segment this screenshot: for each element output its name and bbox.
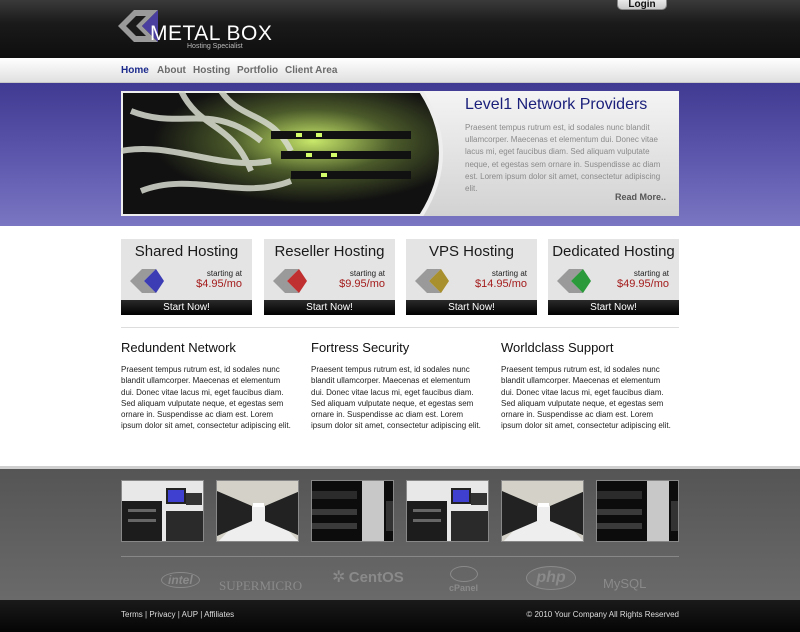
plan-card-shared: Shared Hosting starting at $4.95/mo Star… (121, 239, 252, 315)
gallery-thumb[interactable] (501, 480, 584, 542)
hero-banner: Level1 Network Providers Praesent tempus… (121, 91, 679, 216)
main-nav: Home About Hosting Portfolio Client Area (0, 58, 800, 83)
header: METAL BOX Hosting Specialist Login (0, 0, 800, 58)
gallery-thumb[interactable] (216, 480, 299, 542)
plan-box-icon (557, 269, 591, 293)
gallery-thumb[interactable] (311, 480, 394, 542)
hero-network-photo (121, 91, 443, 216)
plan-title: VPS Hosting (428, 243, 515, 260)
feature-title: Worldclass Support (501, 340, 614, 355)
centos-gear-icon: ✲ (332, 569, 346, 586)
gallery-thumb[interactable] (121, 480, 204, 542)
plan-starting-label: starting at (206, 269, 242, 278)
server-room-photo (217, 481, 298, 541)
gallery-divider (121, 556, 679, 557)
gallery-thumb[interactable] (596, 480, 679, 542)
nav-item-hosting[interactable]: Hosting (193, 65, 230, 76)
cpanel-text: cPanel (449, 583, 479, 593)
start-now-button[interactable]: Start Now! (548, 300, 679, 315)
feature-worldclass-support: Worldclass Support Praesent tempus rutru… (501, 340, 671, 432)
start-now-button[interactable]: Start Now! (264, 300, 395, 315)
plan-card-reseller: Reseller Hosting starting at $9.95/mo St… (264, 239, 395, 315)
server-room-photo (407, 481, 488, 541)
server-room-photo (122, 481, 203, 541)
php-logo: php (526, 566, 576, 590)
plan-title: Shared Hosting (134, 243, 239, 260)
plan-starting-label: starting at (349, 269, 385, 278)
server-room-photo (312, 481, 393, 541)
plan-price: $4.95/mo (196, 278, 242, 290)
feature-text: Praesent tempus rutrum est, id sodales n… (501, 365, 671, 431)
feature-text: Praesent tempus rutrum est, id sodales n… (311, 365, 481, 431)
centos-logo: ✲ CentOS (332, 567, 404, 587)
footer-links: Terms | Privacy | AUP | Affiliates (121, 610, 234, 619)
start-now-button[interactable]: Start Now! (121, 300, 252, 315)
centos-text: CentOS (348, 569, 404, 586)
plan-card-dedicated: Dedicated Hosting starting at $49.95/mo … (548, 239, 679, 315)
gallery-thumb[interactable] (406, 480, 489, 542)
login-button[interactable]: Login (617, 0, 667, 10)
hero-text: Praesent tempus rutrum est, id sodales n… (465, 123, 661, 194)
nav-item-about[interactable]: About (157, 65, 186, 76)
feature-redundent-network: Redundent Network Praesent tempus rutrum… (121, 340, 291, 432)
nav-item-client-area[interactable]: Client Area (285, 65, 337, 76)
cpanel-globe-icon (449, 566, 478, 582)
plan-box-icon (273, 269, 307, 293)
mysql-logo: MySQL (603, 576, 647, 591)
footer-link-terms[interactable]: Terms (121, 610, 143, 619)
footer-link-affiliates[interactable]: Affiliates (204, 610, 234, 619)
plan-starting-label: starting at (633, 269, 669, 278)
read-more-link[interactable]: Read More.. (615, 192, 666, 202)
plan-box-icon (415, 269, 449, 293)
plan-title: Reseller Hosting (274, 243, 385, 260)
plan-starting-label: starting at (491, 269, 527, 278)
supermicro-logo: SUPERMICRO (219, 578, 303, 593)
footer: Terms | Privacy | AUP | Affiliates © 201… (0, 600, 800, 632)
feature-fortress-security: Fortress Security Praesent tempus rutrum… (311, 340, 481, 432)
nav-item-portfolio[interactable]: Portfolio (237, 65, 278, 76)
start-now-button[interactable]: Start Now! (406, 300, 537, 315)
feature-title: Fortress Security (311, 340, 410, 355)
plan-card-vps: VPS Hosting starting at $14.95/mo Start … (406, 239, 537, 315)
section-divider (121, 327, 679, 328)
server-room-photo (597, 481, 678, 541)
nav-item-home[interactable]: Home (121, 65, 149, 76)
plan-price: $9.95/mo (339, 278, 385, 290)
plan-title: Dedicated Hosting (552, 243, 675, 260)
plan-box-icon (130, 269, 164, 293)
cpanel-logo: cPanel (449, 566, 478, 593)
intel-logo: intel (161, 572, 200, 588)
logo-tagline: Hosting Specialist (187, 43, 243, 50)
hero-title: Level1 Network Providers (465, 96, 648, 113)
server-room-photo (502, 481, 583, 541)
footer-link-aup[interactable]: AUP (182, 610, 198, 619)
footer-link-privacy[interactable]: Privacy (149, 610, 175, 619)
site-logo[interactable]: METAL BOX Hosting Specialist (116, 4, 272, 50)
plan-price: $49.95/mo (617, 278, 669, 290)
copyright-text: © 2010 Your Company All Rights Reserved (526, 610, 679, 619)
plan-price: $14.95/mo (475, 278, 527, 290)
feature-text: Praesent tempus rutrum est, id sodales n… (121, 365, 291, 431)
feature-title: Redundent Network (121, 340, 236, 355)
